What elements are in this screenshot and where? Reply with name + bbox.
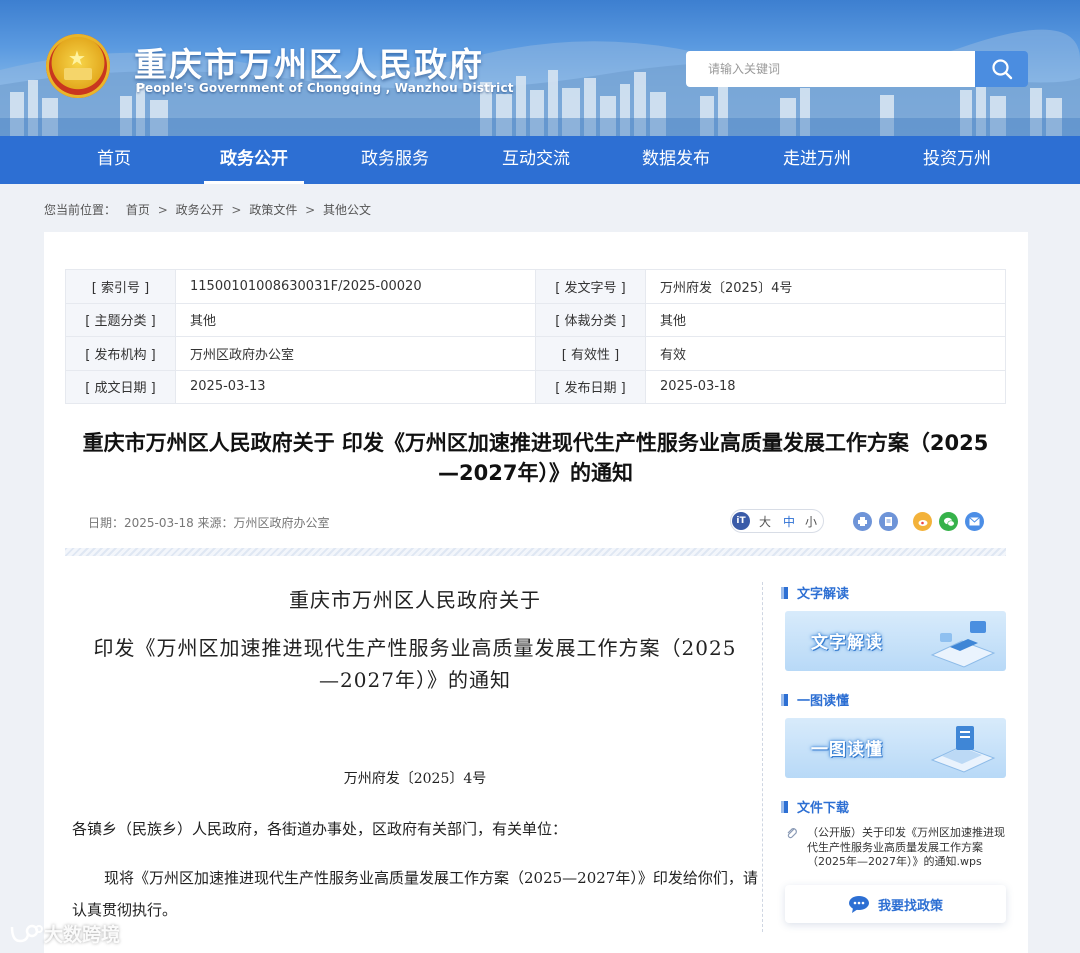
meta-label: [ 发文字号 ] (535, 269, 646, 304)
file-download-heading: 文件下载 (784, 797, 849, 816)
body-paragraph: 现将《万州区加速推进现代生产性服务业高质量发展工作方案（2025—2027年）》… (72, 869, 758, 919)
font-size-small[interactable]: 小 (805, 513, 817, 530)
nav-gov-services[interactable]: 政务服务 (345, 136, 445, 184)
find-policy-button[interactable]: 我要找政策 (785, 885, 1006, 923)
site-title: 重庆市万州区人民政府 (134, 45, 484, 84)
meta-value: 万州区政府办公室 (175, 336, 536, 371)
nav-invest-wanzhou[interactable]: 投资万州 (907, 136, 1007, 184)
document-title-line: —2027年）》的通知 (438, 461, 633, 485)
main-nav: 首页 政务公开 政务服务 互动交流 数据发布 走进万州 投资万州 (0, 136, 1080, 184)
table-row: [ 主题分类 ] 其他 [ 体裁分类 ] 其他 (65, 302, 1006, 337)
breadcrumb-separator: > (305, 203, 316, 217)
search-box (686, 51, 1028, 87)
site-subtitle: People's Government of Chongqing , Wanzh… (136, 81, 514, 95)
nav-data-release[interactable]: 数据发布 (626, 136, 726, 184)
text-interpretation-banner-label: 文字解读 (811, 633, 883, 653)
meta-value: 有效 (645, 336, 1006, 371)
graphic-interpretation-heading: 一图读懂 (784, 690, 849, 709)
graphic-interpretation-banner-label: 一图读懂 (811, 740, 883, 760)
breadcrumb-home[interactable]: 首页 (126, 203, 150, 217)
chat-bubble-icon (848, 896, 869, 913)
document-title: 重庆市万州区人民政府关于 印发《万州区加速推进现代生产性服务业高质量发展工作方案… (65, 428, 1006, 488)
meta-label: [ 发布日期 ] (535, 369, 646, 404)
breadcrumb-other-docs[interactable]: 其他公文 (323, 203, 371, 217)
meta-value: 2025-03-18 (645, 369, 1006, 404)
national-emblem-logo: ★ (46, 34, 110, 98)
download-file-link[interactable]: （公开版）关于印发《万州区加速推进现代生产性服务业高质量发展工作方案（2025年… (807, 826, 1007, 870)
weibo-icon[interactable] (913, 512, 932, 531)
find-policy-label: 我要找政策 (877, 898, 943, 914)
meta-label: [ 有效性 ] (535, 336, 646, 371)
breadcrumb-prefix: 您当前位置： (44, 203, 117, 217)
document-info: 日期：2025-03-18 来源：万州区政府办公室 (88, 516, 330, 530)
column-divider (762, 582, 763, 932)
text-interpretation-banner[interactable]: 文字解读 (785, 611, 1006, 671)
breadcrumb-policy-docs[interactable]: 政策文件 (249, 203, 297, 217)
content-card: [ 索引号 ] 11500101008630031F/2025-00020 [ … (44, 232, 1028, 953)
document-icon[interactable] (879, 512, 898, 531)
nav-about-wanzhou[interactable]: 走进万州 (767, 136, 867, 184)
meta-value: 其他 (175, 302, 536, 337)
body-addressee: 各镇乡（民族乡）人民政府，各街道办事处，区政府有关部门，有关单位： (72, 820, 568, 838)
search-button[interactable] (975, 51, 1028, 87)
meta-label: [ 成文日期 ] (65, 369, 176, 404)
text-interpretation-heading: 文字解读 (784, 583, 849, 602)
laptop-illustration-icon (930, 621, 996, 668)
search-icon (991, 59, 1012, 80)
search-input[interactable] (686, 51, 976, 87)
body-subheading-line: —2027年）》的通知 (319, 668, 511, 692)
wechat-icon[interactable] (939, 512, 958, 531)
breadcrumb-separator: > (157, 203, 168, 217)
meta-value: 11500101008630031F/2025-00020 (175, 269, 536, 304)
table-row: [ 成文日期 ] 2025-03-13 [ 发布日期 ] 2025-03-18 (65, 369, 1006, 404)
body-heading: 重庆市万州区人民政府关于 (289, 588, 541, 612)
table-row: [ 索引号 ] 11500101008630031F/2025-00020 [ … (65, 269, 1006, 304)
email-icon[interactable] (965, 512, 984, 531)
watermark-logo-icon (10, 924, 43, 942)
breadcrumb-gov-affairs[interactable]: 政务公开 (176, 203, 224, 217)
nav-interaction[interactable]: 互动交流 (486, 136, 586, 184)
document-meta-table: [ 索引号 ] 11500101008630031F/2025-00020 [ … (65, 269, 1006, 404)
divider-band (65, 548, 1006, 556)
paperclip-icon (787, 828, 797, 839)
breadcrumb-separator: > (231, 203, 242, 217)
meta-label: [ 发布机构 ] (65, 336, 176, 371)
watermark: 大数跨境 (8, 920, 120, 947)
nav-gov-affairs-open[interactable]: 政务公开 (204, 136, 304, 184)
body-document-number: 万州府发〔2025〕4号 (343, 771, 487, 787)
body-subheading: 印发《万州区加速推进现代生产性服务业高质量发展工作方案（2025 —2027年）… (65, 632, 765, 696)
breadcrumb: 您当前位置： 首页 > 政务公开 > 政策文件 > 其他公文 (44, 201, 371, 218)
document-stack-illustration-icon (930, 726, 996, 773)
meta-value: 万州府发〔2025〕4号 (645, 269, 1006, 304)
graphic-interpretation-banner[interactable]: 一图读懂 (785, 718, 1006, 778)
print-icon[interactable] (853, 512, 872, 531)
document-title-line: 重庆市万州区人民政府关于 印发《万州区加速推进现代生产性服务业高质量发展工作方案… (82, 431, 989, 455)
watermark-text: 大数跨境 (44, 924, 121, 946)
meta-label: [ 索引号 ] (65, 269, 176, 304)
meta-label: [ 体裁分类 ] (535, 302, 646, 337)
font-size-medium[interactable]: 中 (783, 513, 795, 530)
font-size-large[interactable]: 大 (759, 513, 771, 530)
body-subheading-line: 印发《万州区加速推进现代生产性服务业高质量发展工作方案（2025 (93, 636, 737, 660)
nav-home[interactable]: 首页 (64, 136, 164, 184)
meta-label: [ 主题分类 ] (65, 302, 176, 337)
font-size-control: iT 大 中 小 (730, 509, 824, 533)
meta-value: 其他 (645, 302, 1006, 337)
table-row: [ 发布机构 ] 万州区政府办公室 [ 有效性 ] 有效 (65, 336, 1006, 371)
header-banner: ★ 重庆市万州区人民政府 People's Government of Chon… (0, 0, 1080, 136)
font-size-icon: iT (732, 512, 750, 530)
meta-value: 2025-03-13 (175, 369, 536, 404)
